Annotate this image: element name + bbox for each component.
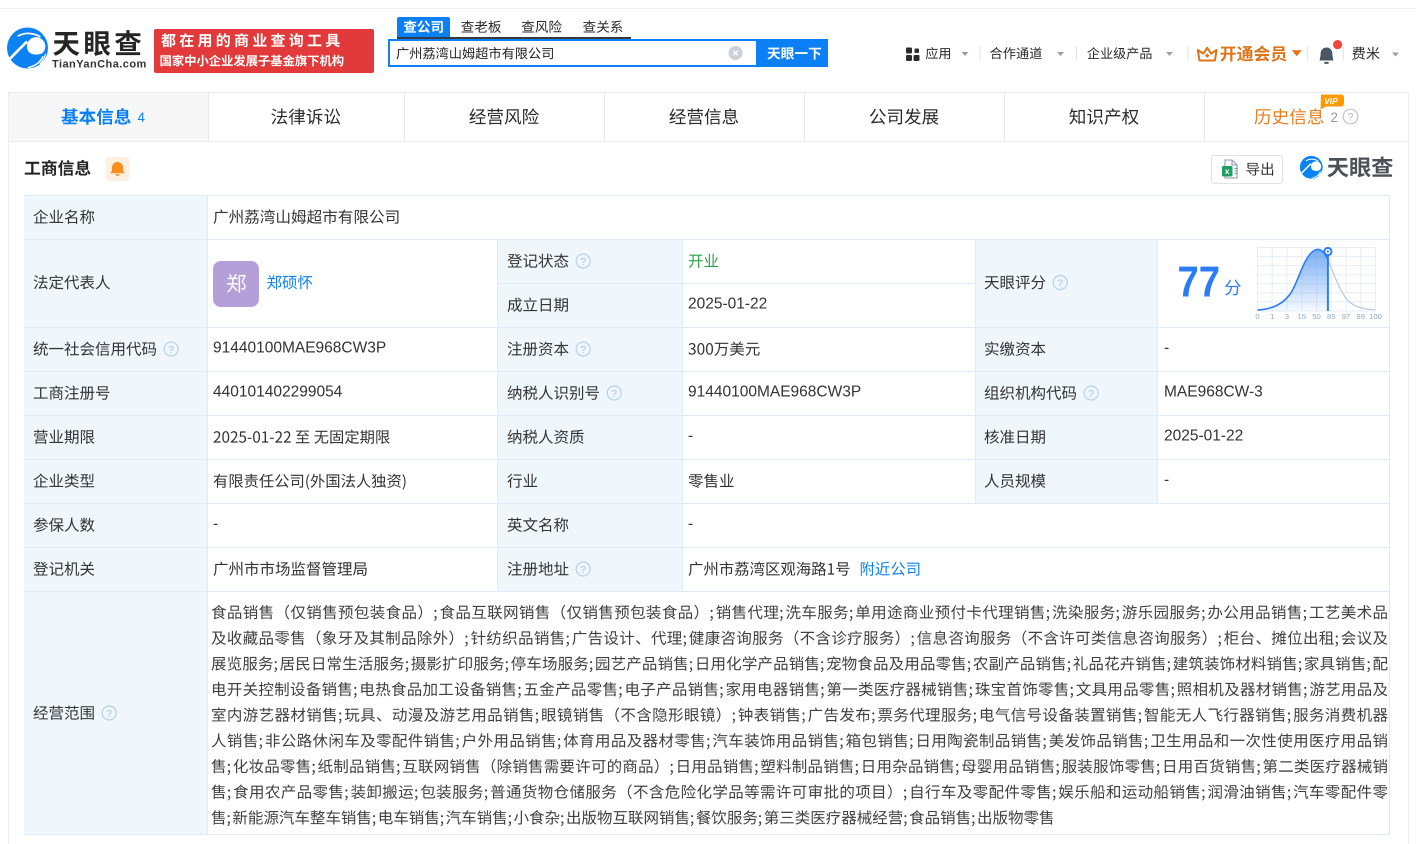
svg-text:0: 0 (1255, 312, 1259, 321)
svg-text:1: 1 (1270, 312, 1274, 321)
svg-text:4: 4 (138, 110, 146, 125)
svg-text:-: - (1164, 340, 1169, 357)
svg-text:MAE968CW-3: MAE968CW-3 (1164, 384, 1263, 401)
svg-text:?: ? (1348, 111, 1354, 123)
svg-text:50: 50 (1312, 312, 1320, 321)
svg-text:85: 85 (1327, 312, 1335, 321)
svg-text:?: ? (168, 345, 174, 356)
svg-text:?: ? (580, 257, 586, 268)
svg-text:-: - (213, 516, 218, 533)
svg-text:?: ? (1057, 278, 1063, 289)
svg-text:97: 97 (1342, 312, 1350, 321)
svg-text:?: ? (1088, 389, 1094, 400)
svg-text:-: - (688, 516, 693, 533)
svg-text:77: 77 (1178, 257, 1221, 306)
svg-text:?: ? (611, 389, 617, 400)
svg-text:-: - (1164, 472, 1169, 489)
svg-text:?: ? (580, 345, 586, 356)
svg-text:440101402299054: 440101402299054 (213, 384, 343, 401)
svg-text:100: 100 (1369, 312, 1382, 321)
svg-text:TianYanCha.com: TianYanCha.com (52, 59, 147, 71)
svg-text:91440100MAE968CW3P: 91440100MAE968CW3P (213, 340, 386, 357)
svg-text:?: ? (106, 709, 112, 720)
svg-text:-: - (688, 428, 693, 445)
svg-text:3: 3 (1285, 312, 1289, 321)
svg-text:91440100MAE968CW3P: 91440100MAE968CW3P (688, 384, 861, 401)
svg-text:2025-01-22: 2025-01-22 (1164, 428, 1243, 445)
svg-text:2: 2 (1331, 110, 1338, 125)
svg-text:2025-01-22: 2025-01-22 (688, 296, 767, 313)
svg-text:x: x (1225, 166, 1230, 176)
svg-text:VIP: VIP (1324, 96, 1338, 106)
svg-text:99: 99 (1357, 312, 1365, 321)
svg-text:?: ? (580, 565, 586, 576)
svg-text:15: 15 (1298, 312, 1306, 321)
